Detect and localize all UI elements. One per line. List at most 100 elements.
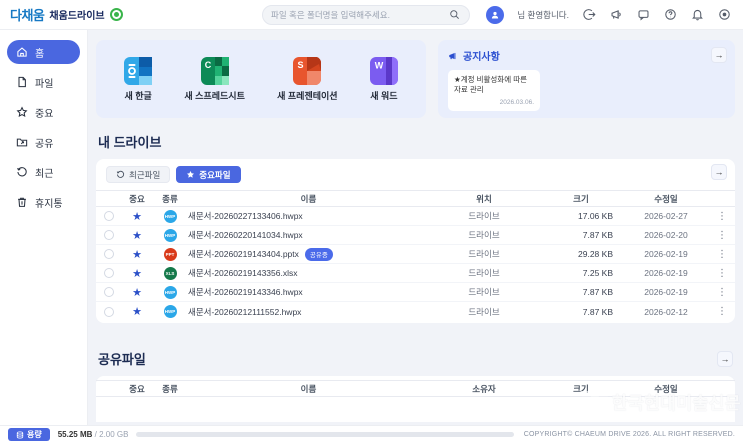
settings-icon[interactable]	[717, 8, 731, 22]
hangul-app-icon	[124, 56, 153, 85]
copyright-text: COPYRIGHT© CHAEUM DRIVE 2026. ALL RIGHT …	[523, 431, 735, 438]
my-drive-title: 내 드라이브	[98, 135, 162, 150]
logout-icon[interactable]	[582, 8, 596, 22]
file-table-row[interactable]: ★ HWP 새문서-20260212111552.hwpx 드라이브 7.87 …	[96, 302, 735, 321]
file-name[interactable]: 새문서-20260227133406.hwpx	[188, 210, 303, 222]
kebab-menu-icon[interactable]: ⋮	[709, 211, 735, 222]
notice-item-date: 2026.03.06.	[499, 99, 534, 107]
column-header[interactable]: 수정일	[623, 193, 709, 205]
file-name[interactable]: 새문서-20260219143346.hwpx	[188, 286, 303, 298]
sidebar-item-recent[interactable]: 최근	[7, 160, 80, 184]
kebab-menu-icon[interactable]: ⋮	[709, 230, 735, 241]
row-checkbox[interactable]	[104, 249, 114, 259]
column-header[interactable]: 크기	[539, 193, 623, 205]
file-location: 드라이브	[468, 287, 500, 297]
file-table-row[interactable]: ★ PPT 새문서-20260219143404.pptx 공유중 드라이브 29…	[96, 245, 735, 264]
file-type-icon: XLS	[163, 266, 177, 280]
new-presentation-button[interactable]: S 새 프레젠테이션	[277, 56, 338, 102]
brand-badge-icon	[109, 8, 123, 21]
file-table-row[interactable]: ★ HWP 새문서-20260220141034.hwpx 드라이브 7.87 …	[96, 226, 735, 245]
file-modified: 2026-02-19	[644, 287, 688, 297]
filter-important-files[interactable]: 중요파일	[176, 166, 241, 183]
sidebar-item-label: 최근	[35, 168, 54, 180]
row-checkbox[interactable]	[104, 268, 114, 278]
column-header[interactable]: 중요	[122, 383, 152, 395]
file-type-icon: HWP	[163, 285, 177, 299]
column-header[interactable]: 소유자	[429, 383, 539, 395]
row-checkbox[interactable]	[104, 287, 114, 297]
sidebar-item-files[interactable]: 파일	[7, 70, 80, 94]
table-header: 중요 종류 이름 소유자 크기 수정일	[96, 380, 735, 397]
my-drive-more-button[interactable]: →	[711, 164, 727, 180]
favorite-star-icon[interactable]: ★	[122, 267, 152, 280]
new-hangul-button[interactable]: 새 한글	[124, 56, 153, 102]
file-modified: 2026-02-27	[644, 211, 688, 221]
column-header[interactable]: 중요	[122, 193, 152, 205]
presentation-app-icon: S	[293, 56, 322, 85]
file-size: 17.06 KB	[578, 211, 613, 221]
file-name[interactable]: 새문서-20260219143404.pptx	[188, 248, 299, 260]
sidebar-item-label: 파일	[35, 78, 54, 90]
kebab-menu-icon[interactable]: ⋮	[709, 268, 735, 279]
notice-item[interactable]: ★계정 비활성화에 따른 자료 관리 2026.03.06.	[448, 70, 540, 112]
brand-logo: 다채움	[10, 8, 45, 23]
file-name[interactable]: 새문서-20260219143356.xlsx	[188, 267, 297, 279]
storage-button[interactable]: 용량	[8, 428, 50, 441]
file-location: 드라이브	[468, 211, 500, 221]
filter-recent-files[interactable]: 최근파일	[106, 166, 171, 183]
help-icon[interactable]	[663, 8, 677, 22]
file-location: 드라이브	[468, 249, 500, 259]
sidebar-item-shared[interactable]: 공유	[7, 130, 80, 154]
favorite-star-icon[interactable]: ★	[122, 210, 152, 223]
shared-files-more-button[interactable]: →	[717, 350, 733, 367]
column-header[interactable]: 크기	[539, 383, 623, 395]
sidebar-item-trash[interactable]: 휴지통	[7, 190, 80, 214]
search-icon[interactable]	[447, 8, 461, 22]
new-word-button[interactable]: W 새 워드	[369, 56, 398, 102]
search-input[interactable]	[271, 9, 447, 20]
column-header[interactable]: 이름	[188, 193, 429, 205]
user-avatar[interactable]	[486, 5, 505, 24]
row-checkbox[interactable]	[104, 211, 114, 221]
file-type-icon: HWP	[163, 228, 177, 242]
favorite-star-icon[interactable]: ★	[122, 248, 152, 261]
favorite-star-icon[interactable]: ★	[122, 305, 152, 318]
svg-text:S: S	[298, 60, 304, 70]
favorite-star-icon[interactable]: ★	[122, 229, 152, 242]
search-bar[interactable]	[262, 4, 470, 25]
kebab-menu-icon[interactable]: ⋮	[709, 306, 735, 317]
favorite-star-icon[interactable]: ★	[122, 286, 152, 299]
kebab-menu-icon[interactable]: ⋮	[709, 249, 735, 260]
new-spreadsheet-button[interactable]: C 새 스프레드시트	[184, 56, 245, 102]
file-size: 7.87 KB	[582, 230, 613, 240]
welcome-text: 님 환영합니다.	[517, 9, 569, 20]
sidebar: 홈 파일 중요 공유 최근 휴지통	[0, 30, 88, 425]
svg-text:W: W	[375, 60, 384, 70]
row-checkbox[interactable]	[104, 306, 114, 317]
file-type-icon: HWP	[163, 209, 177, 223]
notice-megaphone-icon	[449, 52, 456, 59]
column-header[interactable]: 수정일	[623, 383, 709, 395]
brand[interactable]: 다채움 채움드라이브	[0, 5, 200, 24]
column-header[interactable]: 이름	[188, 383, 429, 395]
row-checkbox[interactable]	[104, 230, 114, 240]
sidebar-item-label: 홈	[35, 48, 45, 60]
file-name[interactable]: 새문서-20260220141034.hwpx	[188, 229, 303, 241]
column-header[interactable]: 위치	[429, 193, 539, 205]
column-header[interactable]: 종류	[152, 193, 188, 205]
chat-icon[interactable]	[636, 8, 650, 22]
file-name[interactable]: 새문서-20260212111552.hwpx	[188, 306, 301, 318]
brand-name: 채움드라이브	[49, 11, 105, 22]
announcement-icon[interactable]	[609, 8, 623, 22]
shared-files-title: 공유파일	[98, 352, 146, 367]
notification-bell-icon[interactable]	[690, 8, 704, 22]
column-header[interactable]: 종류	[152, 383, 188, 395]
sidebar-item-home[interactable]: 홈	[7, 40, 80, 64]
sidebar-item-important[interactable]: 중요	[7, 100, 80, 124]
notice-more-button[interactable]: →	[711, 47, 727, 63]
file-table-row[interactable]: ★ HWP 새문서-20260219143346.hwpx 드라이브 7.87 …	[96, 283, 735, 302]
file-table-row[interactable]: ★ XLS 새문서-20260219143356.xlsx 드라이브 7.25 …	[96, 264, 735, 283]
word-app-icon: W	[369, 56, 398, 85]
file-table-row[interactable]: ★ HWP 새문서-20260227133406.hwpx 드라이브 17.06…	[96, 207, 735, 226]
kebab-menu-icon[interactable]: ⋮	[709, 287, 735, 298]
